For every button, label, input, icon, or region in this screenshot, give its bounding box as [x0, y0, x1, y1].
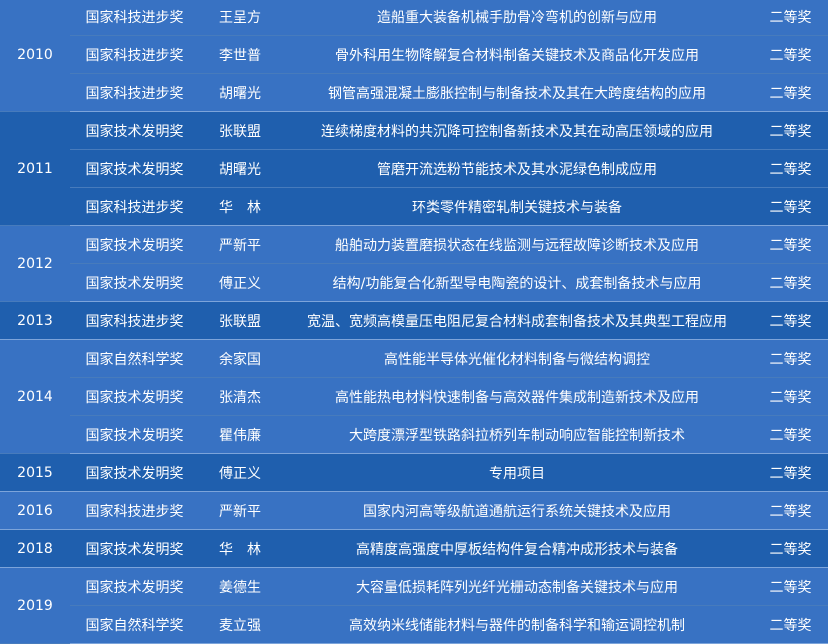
winner-name-cell: 华 林 [199, 187, 281, 226]
year-cell: 2015 [0, 453, 70, 492]
award-type-cell: 国家科技进步奖 [70, 0, 199, 36]
awards-table: 2010 国家科技进步奖 王呈方 造船重大装备机械手肋骨冷弯机的创新与应用 二等奖 国家科… [0, 0, 828, 644]
award-grade-cell: 二等奖 [753, 73, 828, 112]
award-type-cell: 国家技术发明奖 [70, 111, 199, 150]
award-type-cell: 国家科技进步奖 [70, 491, 199, 530]
project-title-cell: 大容量低损耗阵列光纤光栅动态制备关键技术与应用 [281, 567, 753, 606]
award-row: 2015 国家技术发明奖 傅正义 专用项目 二等奖 [0, 453, 828, 492]
award-grade-cell: 二等奖 [753, 529, 828, 568]
winner-name-cell: 严新平 [199, 491, 281, 530]
award-type-cell: 国家技术发明奖 [70, 149, 199, 188]
award-row: 国家科技进步奖 胡曙光 钢管高强混凝土膨胀控制与制备技术及其在大跨度结构的应用 二等奖 [0, 73, 828, 112]
project-title-cell: 高性能热电材料快速制备与高效器件集成制造新技术及应用 [281, 377, 753, 416]
project-title-cell: 专用项目 [281, 453, 753, 492]
winner-name-cell: 华 林 [199, 529, 281, 568]
winner-name-cell: 胡曙光 [199, 73, 281, 112]
year-cell: 2018 [0, 529, 70, 568]
project-title-cell: 高效纳米线储能材料与器件的制备科学和输运调控机制 [281, 605, 753, 644]
award-row: 国家科技进步奖华 林环类零件精密轧制关键技术与装备 二等奖 [0, 187, 828, 226]
year-cell: 2016 [0, 491, 70, 530]
award-type-cell: 国家技术发明奖 [70, 529, 199, 568]
winner-name-cell: 姜德生 [199, 567, 281, 606]
award-type-cell: 国家科技进步奖 [70, 35, 199, 74]
project-title-cell: 国家内河高等级航道通航运行系统关键技术及应用 [281, 491, 753, 530]
award-type-cell: 国家技术发明奖 [70, 415, 199, 454]
award-grade-cell: 二等奖 [753, 453, 828, 492]
project-title-cell: 大跨度漂浮型铁路斜拉桥列车制动响应智能控制新技术 [281, 415, 753, 454]
project-title-cell: 宽温、宽频高模量压电阻尼复合材料成套制备技术及其典型工程应用 [281, 301, 753, 340]
winner-name-cell: 王呈方 [199, 0, 281, 36]
award-grade-cell: 二等奖 [753, 567, 828, 606]
year-cell: 2013 [0, 301, 70, 340]
award-grade-cell: 二等奖 [753, 301, 828, 340]
winner-name-cell: 张联盟 [199, 111, 281, 150]
project-title-cell: 管磨开流选粉节能技术及其水泥绿色制成应用 [281, 149, 753, 188]
project-title-cell: 钢管高强混凝土膨胀控制与制备技术及其在大跨度结构的应用 [281, 73, 753, 112]
award-row: 2012 国家技术发明奖 严新平 船舶动力装置磨损状态在线监测与远程故障诊断技术及应用… [0, 225, 828, 302]
year-cell: 2019 [0, 567, 70, 644]
award-grade-cell: 二等奖 [753, 111, 828, 150]
award-row: 2014 国家自然科学奖 余家国 高性能半导体光催化材料制备与微结构调控 二等奖 [0, 339, 828, 454]
award-row: 国家技术发明奖 瞿伟廉 大跨度漂浮型铁路斜拉桥列车制动响应智能控制新技术 二等奖 [0, 415, 828, 454]
winner-name-cell: 瞿伟廉 [199, 415, 281, 454]
award-row: 2013 国家科技进步奖 张联盟 宽温、宽频高模量压电阻尼复合材料成套制备技术及其典型… [0, 301, 828, 340]
winner-name-cell: 傅正义 [199, 263, 281, 302]
award-grade-cell: 二等奖 [753, 377, 828, 416]
award-grade-cell: 二等奖 [753, 225, 828, 264]
award-grade-cell: 二等奖 [753, 35, 828, 74]
award-type-cell: 国家技术发明奖 [70, 453, 199, 492]
award-row: 国家科技进步奖 李世普 骨外科用生物降解复合材料制备关键技术及商品化开发应用 二等奖 [0, 35, 828, 74]
award-type-cell: 国家自然科学奖 [70, 605, 199, 644]
project-title-cell: 造船重大装备机械手肋骨冷弯机的创新与应用 [281, 0, 753, 36]
award-grade-cell: 二等奖 [753, 491, 828, 530]
award-grade-cell: 二等奖 [753, 339, 828, 378]
award-grade-cell: 二等奖 [753, 605, 828, 644]
project-title-cell: 船舶动力装置磨损状态在线监测与远程故障诊断技术及应用 [281, 225, 753, 264]
winner-name-cell: 傅正义 [199, 453, 281, 492]
award-row: 2019 国家技术发明奖 姜德生 大容量低损耗阵列光纤光栅动态制备关键技术与应用 二等奖 [0, 567, 828, 644]
award-type-cell: 国家技术发明奖 [70, 567, 199, 606]
project-title-cell: 高性能半导体光催化材料制备与微结构调控 [281, 339, 753, 378]
year-cell: 2010 [0, 0, 70, 112]
award-grade-cell: 二等奖 [753, 0, 828, 36]
winner-name-cell: 李世普 [199, 35, 281, 74]
award-row: 国家技术发明奖 胡曙光 管磨开流选粉节能技术及其水泥绿色制成应用 二等奖 [0, 149, 828, 188]
award-row: 国家技术发明奖 张清杰 高性能热电材料快速制备与高效器件集成制造新技术及应用 二等奖 [0, 377, 828, 416]
award-grade-cell: 二等奖 [753, 263, 828, 302]
winner-name-cell: 胡曙光 [199, 149, 281, 188]
award-row: 2011 国家技术发明奖 张联盟 连续梯度材料的共沉降可控制备新技术及其在动高压领域的… [0, 111, 828, 226]
award-row: 国家技术发明奖 傅正义 结构/功能复合化新型导电陶瓷的设计、成套制备技术与应用 二等奖 [0, 263, 828, 302]
project-title-cell: 高精度高强度中厚板结构件复合精冲成形技术与装备 [281, 529, 753, 568]
project-title-cell: 连续梯度材料的共沉降可控制备新技术及其在动高压领域的应用 [281, 111, 753, 150]
award-type-cell: 国家技术发明奖 [70, 377, 199, 416]
awards-table-body: 2010 国家科技进步奖 王呈方 造船重大装备机械手肋骨冷弯机的创新与应用 二等奖 国家科… [0, 0, 828, 644]
year-cell: 2012 [0, 225, 70, 302]
award-type-cell: 国家科技进步奖 [70, 301, 199, 340]
winner-name-cell: 麦立强 [199, 605, 281, 644]
award-row: 2016 国家科技进步奖 严新平 国家内河高等级航道通航运行系统关键技术及应用 二等奖 [0, 491, 828, 530]
award-grade-cell: 二等奖 [753, 187, 828, 226]
award-type-cell: 国家技术发明奖 [70, 225, 199, 264]
award-row: 2018 国家技术发明奖华 林高精度高强度中厚板结构件复合精冲成形技术与装备 二等奖 [0, 529, 828, 568]
winner-name-cell: 张联盟 [199, 301, 281, 340]
project-title-cell: 环类零件精密轧制关键技术与装备 [281, 187, 753, 226]
winner-name-cell: 严新平 [199, 225, 281, 264]
award-type-cell: 国家技术发明奖 [70, 263, 199, 302]
winner-name-cell: 张清杰 [199, 377, 281, 416]
award-type-cell: 国家自然科学奖 [70, 339, 199, 378]
project-title-cell: 骨外科用生物降解复合材料制备关键技术及商品化开发应用 [281, 35, 753, 74]
winner-name-cell: 余家国 [199, 339, 281, 378]
award-row: 国家自然科学奖 麦立强 高效纳米线储能材料与器件的制备科学和输运调控机制 二等奖 [0, 605, 828, 644]
award-grade-cell: 二等奖 [753, 415, 828, 454]
year-cell: 2014 [0, 339, 70, 454]
award-row: 2010 国家科技进步奖 王呈方 造船重大装备机械手肋骨冷弯机的创新与应用 二等奖 [0, 0, 828, 112]
award-grade-cell: 二等奖 [753, 149, 828, 188]
award-type-cell: 国家科技进步奖 [70, 187, 199, 226]
award-type-cell: 国家科技进步奖 [70, 73, 199, 112]
project-title-cell: 结构/功能复合化新型导电陶瓷的设计、成套制备技术与应用 [281, 263, 753, 302]
year-cell: 2011 [0, 111, 70, 226]
